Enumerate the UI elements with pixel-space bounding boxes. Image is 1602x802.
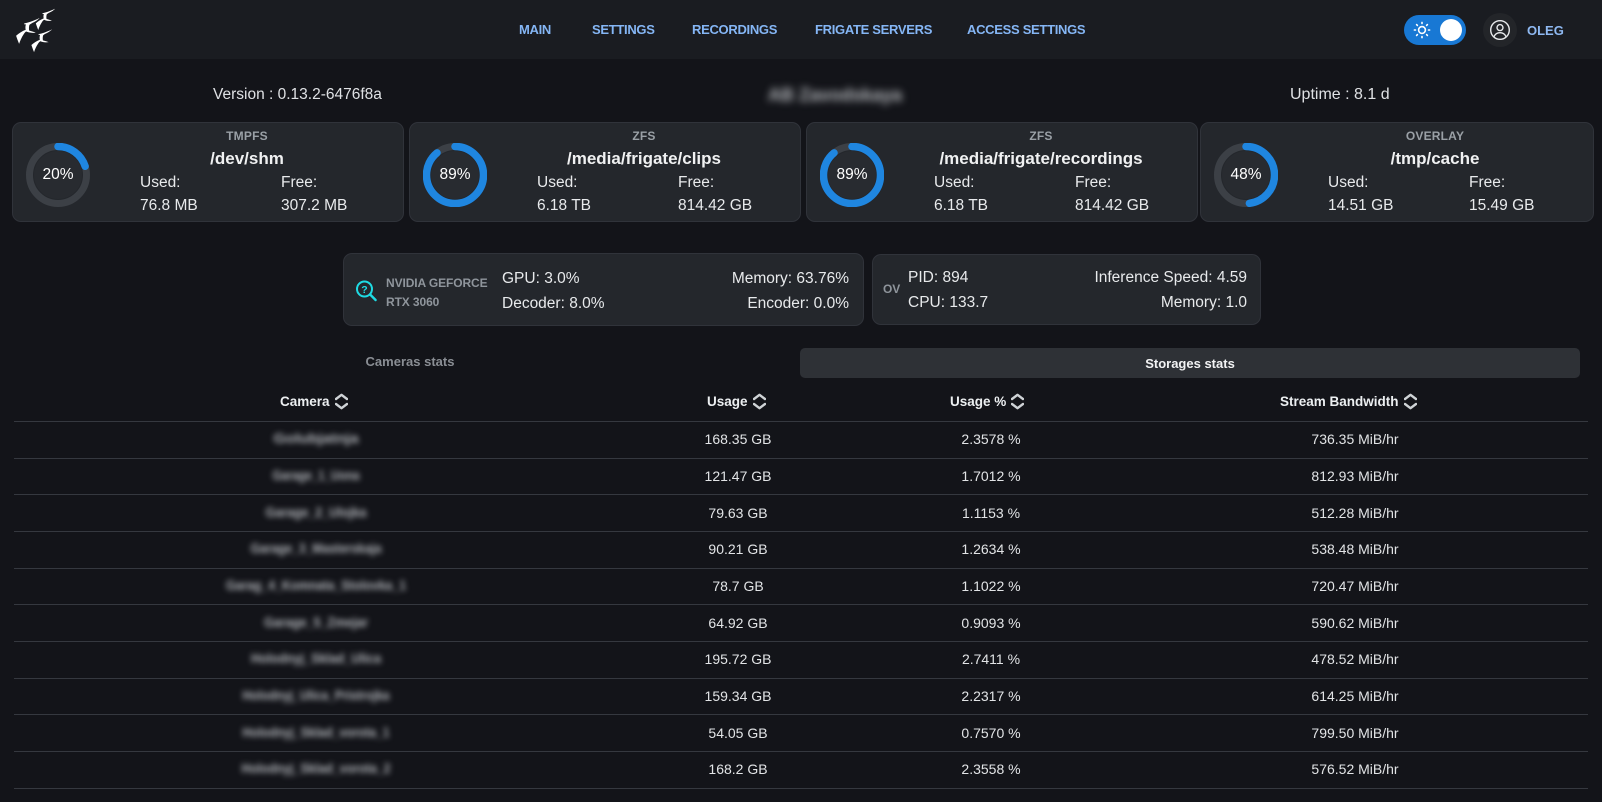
svg-text:?: ? <box>361 284 367 296</box>
